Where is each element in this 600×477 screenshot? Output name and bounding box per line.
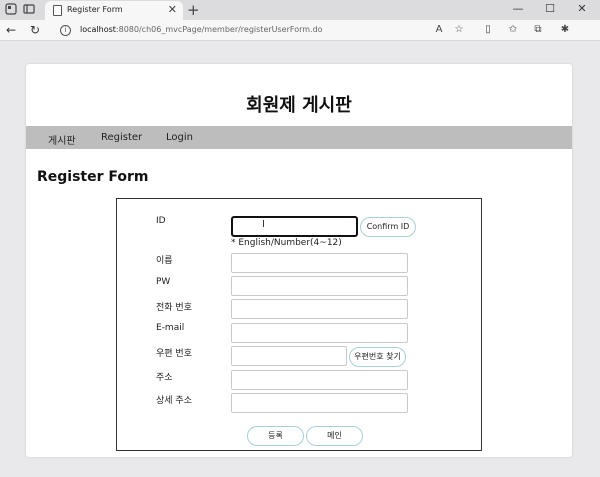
pw-label: PW <box>156 277 171 287</box>
split-screen-icon[interactable]: ▯ <box>481 23 495 37</box>
register-form: ID I Confirm ID * English/Number(4~12) 이… <box>116 198 482 451</box>
extensions-icon[interactable]: ✱ <box>558 23 572 37</box>
confirm-id-button[interactable]: Confirm ID <box>360 217 416 237</box>
zipcode-input[interactable] <box>231 346 347 366</box>
email-input[interactable] <box>231 323 408 343</box>
favorites-icon[interactable]: ✩ <box>506 23 520 37</box>
email-label: E-mail <box>156 323 185 333</box>
id-label: ID <box>156 216 166 226</box>
page-heading: Register Form <box>37 169 149 185</box>
pw-input[interactable] <box>231 276 408 296</box>
find-zipcode-button[interactable]: 우편번호 찾기 <box>349 347 406 367</box>
close-tab-icon[interactable]: ✕ <box>168 3 177 16</box>
id-input[interactable] <box>231 216 358 237</box>
window-close-icon[interactable]: ✕ <box>572 2 592 15</box>
browser-tab-bar: Register Form ✕ + — ☐ ✕ <box>0 0 600 20</box>
back-icon[interactable]: ← <box>4 23 18 37</box>
read-aloud-icon[interactable]: A <box>432 23 446 37</box>
nav-item-login[interactable]: Login <box>166 132 193 143</box>
address-label: 주소 <box>156 373 173 383</box>
site-info-icon[interactable]: i <box>60 25 71 36</box>
new-tab-icon[interactable]: + <box>187 1 200 19</box>
address-input[interactable] <box>231 370 408 390</box>
refresh-icon[interactable]: ↻ <box>28 23 42 37</box>
id-hint: * English/Number(4~12) <box>231 238 342 248</box>
minimize-icon[interactable]: — <box>508 2 528 15</box>
workspaces-icon[interactable] <box>4 3 18 17</box>
name-input[interactable] <box>231 253 408 273</box>
url-path: :8080/ch06_mvcPage/member/registerUserFo… <box>115 25 323 34</box>
address-detail-label: 상세 주소 <box>156 396 192 406</box>
phone-label: 전화 번호 <box>156 303 192 313</box>
url-host: localhost <box>80 25 116 34</box>
main-button[interactable]: 메인 <box>306 426 363 446</box>
phone-input[interactable] <box>231 299 408 319</box>
text-cursor-icon: I <box>262 219 265 230</box>
page-container: 회원제 게시판 게시판 Register Login Register Form… <box>26 64 572 457</box>
url-field[interactable]: localhost:8080/ch06_mvcPage/member/regis… <box>80 25 323 34</box>
nav-item-board[interactable]: 게시판 <box>48 132 76 147</box>
address-bar: ← ↻ i localhost:8080/ch06_mvcPage/member… <box>0 20 600 41</box>
favorite-star-icon[interactable]: ☆ <box>452 23 466 37</box>
page-favicon-icon <box>53 5 62 16</box>
nav-item-register[interactable]: Register <box>101 132 142 143</box>
submit-button[interactable]: 등록 <box>247 426 304 446</box>
address-detail-input[interactable] <box>231 393 408 413</box>
tab-actions-icon[interactable] <box>22 3 36 17</box>
tab-title: Register Form <box>67 5 123 14</box>
maximize-icon[interactable]: ☐ <box>540 2 560 15</box>
zipcode-label: 우편 번호 <box>156 349 192 359</box>
site-navbar: 게시판 Register Login <box>26 126 572 149</box>
site-title: 회원제 게시판 <box>246 95 352 116</box>
browser-tab[interactable]: Register Form ✕ <box>45 1 183 20</box>
collections-icon[interactable]: ⧉ <box>531 23 545 37</box>
name-label: 이름 <box>156 256 173 266</box>
